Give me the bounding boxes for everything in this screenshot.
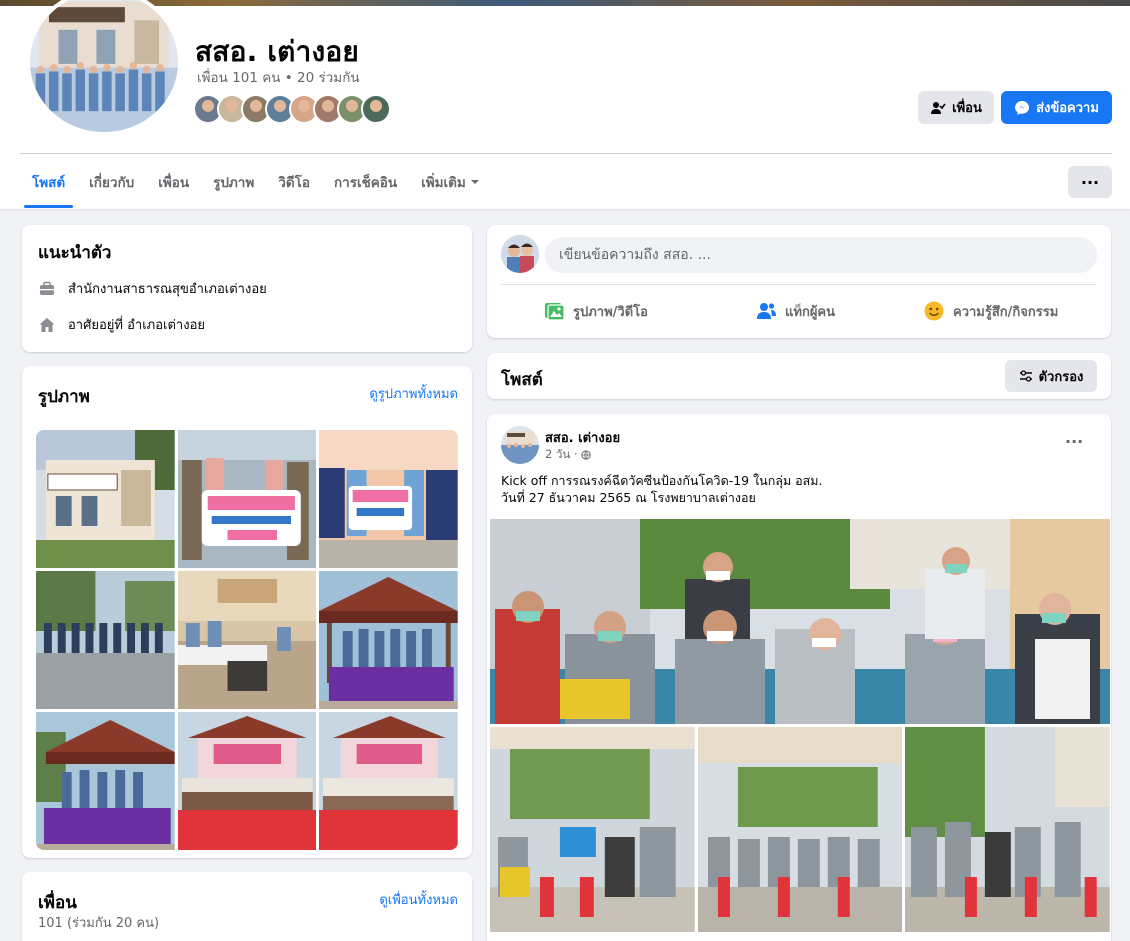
posts-header-card: โพสต์ ตัวกรอง [487,353,1111,399]
tab-friends[interactable]: เพื่อน [146,156,201,208]
post-text-line-2: วันที่ 27 ธันวาคม 2565 ณ โรงพยาบาลเต่างอ… [501,490,756,505]
messenger-icon [1015,100,1030,115]
photo-thumbnail[interactable] [177,712,317,850]
post-text: Kick off การรณรงค์ฉีดวัคซีนป้องกันโควิด-… [501,472,823,506]
post-photo[interactable] [905,727,1111,932]
photo-icon [545,303,565,321]
photo-thumbnail[interactable] [177,571,317,709]
briefcase-icon [40,281,54,295]
filter-label: ตัวกรอง [1038,369,1084,385]
post-options-button[interactable]: ··· [1065,432,1083,451]
composer-avatar[interactable] [501,235,539,273]
post-time-text: 2 วัน · [545,447,578,461]
mutual-friend-avatar[interactable] [361,94,391,124]
header-divider [20,153,1112,154]
photo-video-label: รูปภาพ/วิดีโอ [573,304,648,320]
photos-card: รูปภาพ ดูรูปภาพทั้งหมด [22,366,472,858]
friend-count-summary[interactable]: เพื่อน 101 คน • 20 ร่วมกัน [197,66,360,88]
photo-thumbnail[interactable] [36,712,175,850]
photo-thumbnail[interactable] [319,712,458,850]
tag-people-button[interactable]: แท็กผู้คน [755,295,835,327]
cover-photo[interactable] [0,0,1130,6]
post-main-photo[interactable] [490,519,1110,724]
photos-title[interactable]: รูปภาพ [38,383,90,410]
mutual-friends-avatars[interactable] [193,94,391,128]
tab-checkins-label: การเช็คอิน [333,175,398,191]
see-all-friends-link[interactable]: ดูเพื่อนทั้งหมด [379,889,458,910]
post-card: สสอ. เต่างอย 2 วัน · ··· Kick off การรณร… [487,414,1111,941]
composer-input[interactable] [545,237,1097,273]
post-text-line-1: Kick off การรณรงค์ฉีดวัคซีนป้องกันโควิด-… [501,473,823,488]
post-photo-row [490,727,1111,932]
caret-down-icon [470,180,479,184]
intro-workplace: สำนักงานสาธารณสุขอำเภอเต่างอย [38,278,267,299]
send-message-label: ส่งข้อความ [1036,101,1099,116]
smiley-icon [924,301,944,321]
photo-thumbnail[interactable] [36,430,175,568]
tab-photos[interactable]: รูปภาพ [201,156,266,208]
tab-more-label: เพิ่มเติม [421,175,466,191]
tag-people-label: แท็กผู้คน [785,304,836,320]
globe-icon [580,450,591,460]
post-author-avatar[interactable] [501,426,539,464]
tab-friends-label: เพื่อน [158,175,190,191]
filter-sliders-icon [1019,370,1032,382]
more-options-button[interactable]: ··· [1068,166,1112,198]
intro-workplace-text[interactable]: สำนักงานสาธารณสุขอำเภอเต่างอย [68,278,267,299]
friend-button[interactable]: เพื่อน [918,91,994,124]
post-photo[interactable] [490,727,695,932]
tab-posts-label: โพสต์ [32,175,66,191]
profile-header: สสอ. เต่างอย เพื่อน 101 คน • 20 ร่วมกัน … [0,0,1130,209]
photo-grid [36,430,458,850]
tab-about-label: เกี่ยวกับ [89,175,135,191]
post-composer: รูปภาพ/วิดีโอ แท็กผู้คน ความรู้สึก/กิจกร… [487,225,1111,338]
tab-photos-label: รูปภาพ [213,175,255,191]
friends-count: 101 (ร่วมกัน 20 คน) [38,916,160,931]
photo-thumbnail[interactable] [177,430,317,568]
profile-tabs: โพสต์ เกี่ยวกับ เพื่อน รูปภาพ วิดีโอ การ… [20,156,492,208]
home-icon [39,317,55,332]
tab-checkins[interactable]: การเช็คอิน [322,156,409,208]
tab-more[interactable]: เพิ่มเติม [409,156,492,208]
post-timestamp[interactable]: 2 วัน · [545,446,591,464]
send-message-button[interactable]: ส่งข้อความ [1001,91,1112,124]
post-author-name[interactable]: สสอ. เต่างอย [545,427,620,448]
photo-thumbnail[interactable] [36,571,175,709]
intro-title: แนะนำตัว [38,243,112,263]
photo-video-button[interactable]: รูปภาพ/วิดีโอ [543,295,648,327]
feeling-activity-label: ความรู้สึก/กิจกรรม [953,304,1059,320]
composer-divider [501,284,1097,285]
posts-header-title: โพสต์ [501,370,543,390]
intro-lives-in-text: อาศัยอยู่ที่ อำเภอเต่างอย [68,318,205,333]
tag-people-icon [757,303,776,319]
post-photo[interactable] [697,727,903,932]
tab-videos[interactable]: วิดีโอ [266,156,322,208]
profile-picture[interactable] [26,0,182,136]
intro-card: แนะนำตัว สำนักงานสาธารณสุขอำเภอเต่างอย อ… [22,225,472,352]
feeling-activity-button[interactable]: ความรู้สึก/กิจกรรม [923,295,1058,327]
friends-card: เพื่อน 101 (ร่วมกัน 20 คน) ดูเพื่อนทั้งห… [22,872,472,941]
tab-about[interactable]: เกี่ยวกับ [77,156,146,208]
tab-posts[interactable]: โพสต์ [20,156,77,208]
photo-thumbnail[interactable] [319,571,458,709]
person-check-icon [931,101,946,114]
tab-videos-label: วิดีโอ [278,175,310,191]
filter-button[interactable]: ตัวกรอง [1005,360,1097,392]
photo-thumbnail[interactable] [319,430,458,568]
see-all-photos-link[interactable]: ดูรูปภาพทั้งหมด [369,383,458,404]
intro-lives-in: อาศัยอยู่ที่ อำเภอเต่างอย [38,314,205,335]
friend-button-label: เพื่อน [952,101,982,116]
